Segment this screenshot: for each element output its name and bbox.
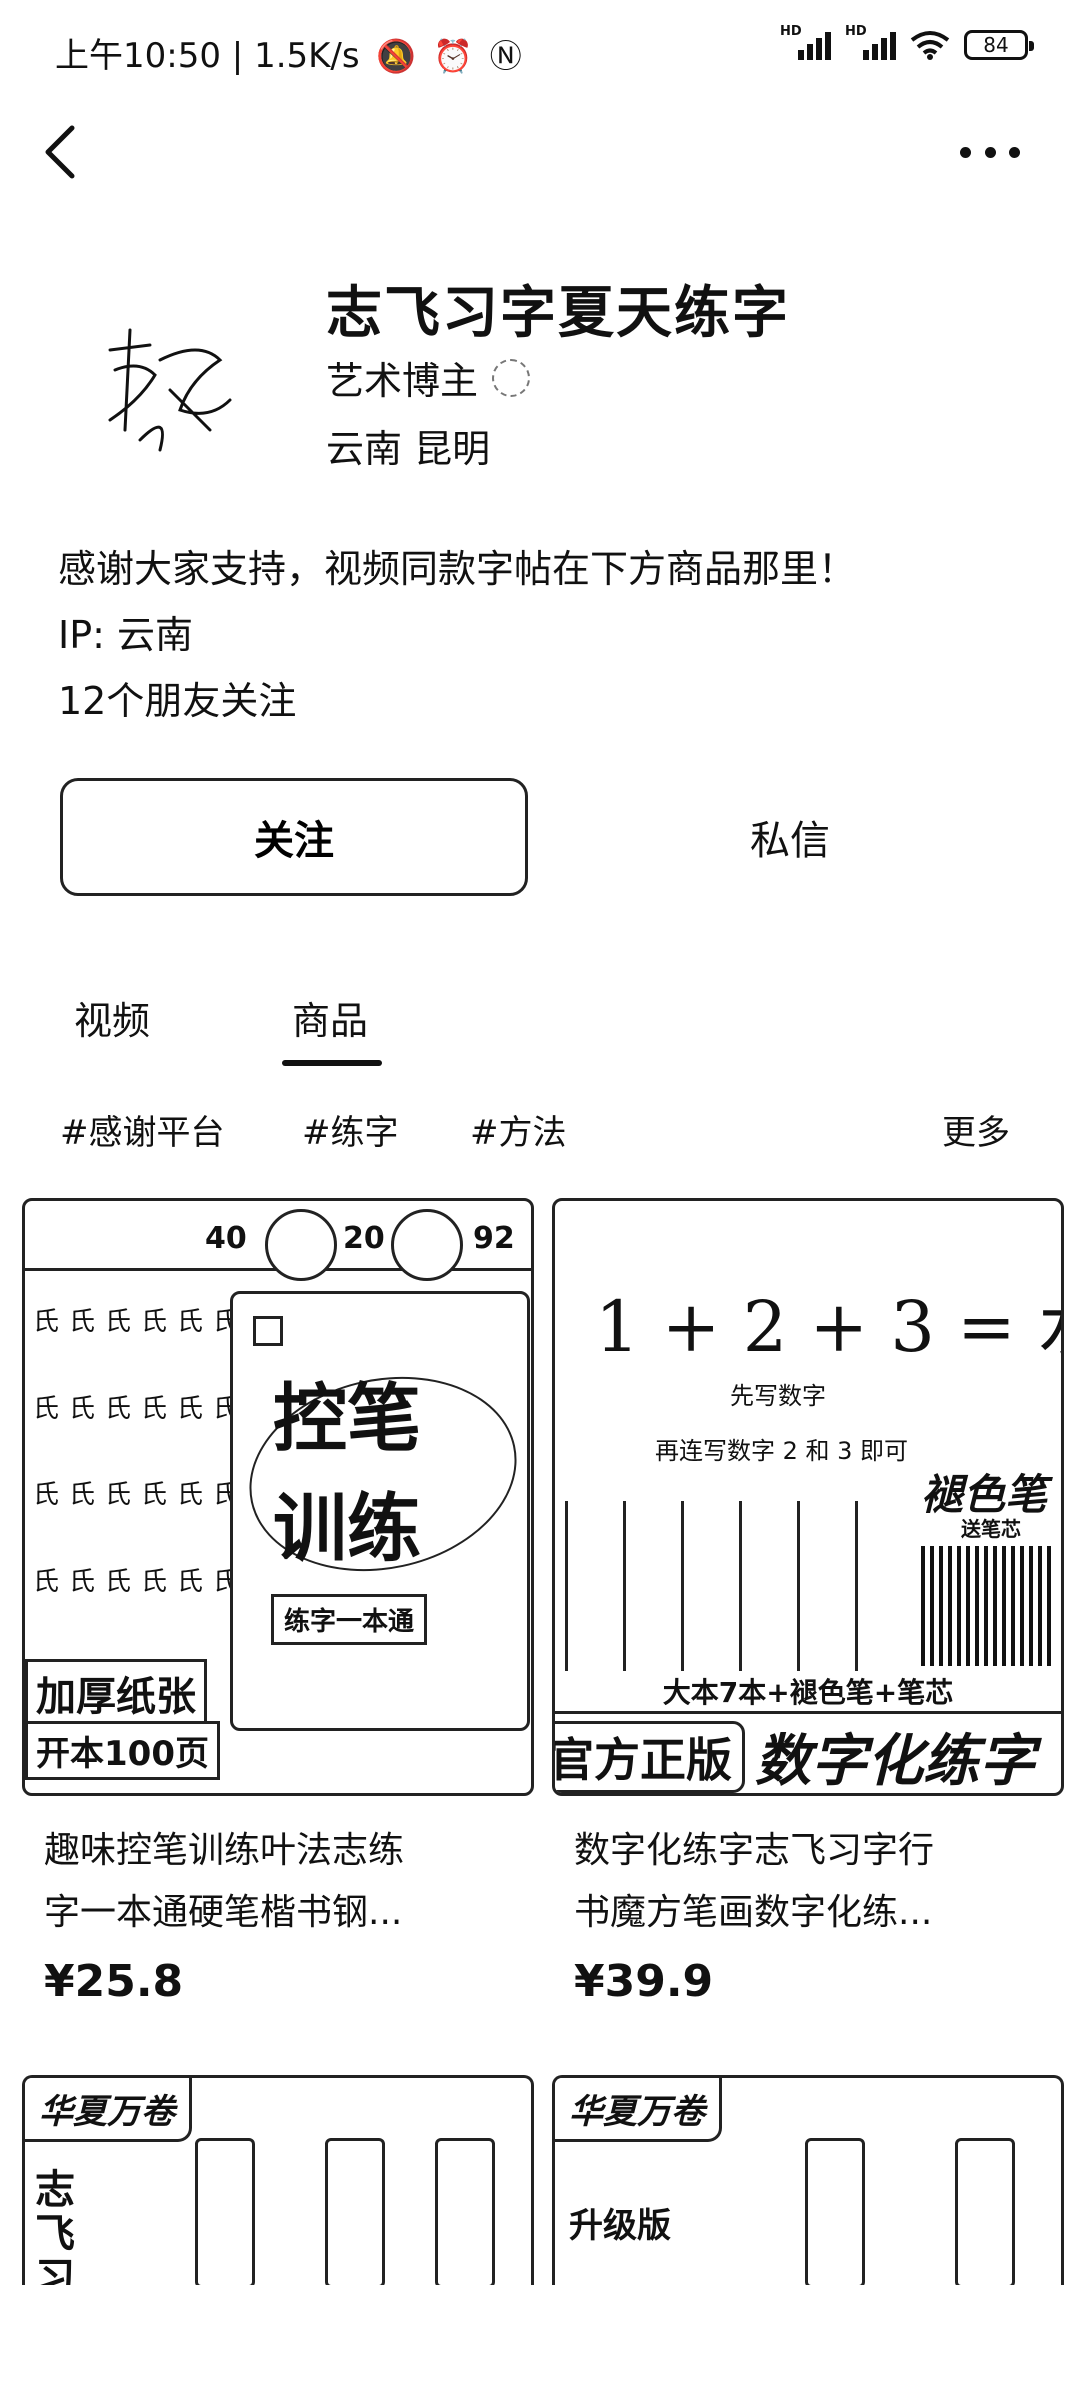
product-title[interactable]: 数字化练字志飞习字行 书魔方笔画数字化练... xyxy=(552,1820,1052,1944)
follow-button[interactable]: 关注 xyxy=(60,778,528,896)
profile-role: 艺术博主 xyxy=(326,350,531,405)
profile-bio: 感谢大家支持，视频同款字帖在下方商品那里！ xyxy=(58,547,857,591)
set-description: 大本7本+褪色笔+笔芯 xyxy=(662,1676,954,1709)
product-thumbnail[interactable]: 华夏万卷 升级版 xyxy=(552,2075,1064,2285)
cover-title: 控笔训练 xyxy=(273,1376,421,1572)
product-title-line: 趣味控笔训练叶法志练 xyxy=(44,1830,405,1871)
hint-text: 先写数字 xyxy=(730,1382,826,1410)
status-left: 上午10:50 | 1.5K/s 🔕 ⏰ Ⓝ xyxy=(55,28,522,77)
profile-role-label: 艺术博主 xyxy=(326,359,479,403)
avatar[interactable] xyxy=(80,290,250,460)
tags-more-button[interactable]: 更多 xyxy=(942,1105,1010,1154)
book-cover: 控笔训练 练字一本通 xyxy=(230,1291,531,1731)
book-spine xyxy=(195,2138,255,2285)
tab-products[interactable]: 商品 xyxy=(292,990,368,1045)
status-divider: | xyxy=(231,36,255,76)
profile-name: 志飞习字夏天练字 xyxy=(326,281,790,346)
product-title-line: 字一本通硬笔楷书钢... xyxy=(44,1892,403,1933)
hint-text: 再连写数字 2 和 3 即可 xyxy=(655,1437,909,1465)
mute-icon: 🔕 xyxy=(376,37,417,75)
status-net-speed: 1.5K/s xyxy=(254,36,360,76)
product-title-line: 书魔方笔画数字化练... xyxy=(574,1892,933,1933)
practice-char-grid: 氏氏氏氏氏氏 氏氏氏氏氏氏 氏氏氏氏氏氏 氏氏氏氏氏氏 xyxy=(33,1307,240,1597)
wifi-icon xyxy=(910,31,950,60)
formula-text: 1 + 2 + 3 = 水 xyxy=(595,1286,1064,1368)
promo-label: 开本100页 xyxy=(25,1721,220,1780)
book-spine xyxy=(325,2138,385,2285)
horse-icon xyxy=(265,1209,337,1281)
practice-sheets xyxy=(565,1501,905,1671)
product-card[interactable]: 华夏万卷 升级版 xyxy=(552,2075,1064,2285)
product-card[interactable]: 40 20 92 氏氏氏氏氏氏 氏氏氏氏氏氏 氏氏氏氏氏氏 氏氏氏氏氏氏 控笔训… xyxy=(22,1198,534,2007)
thumb-badge: 40 xyxy=(205,1221,247,1256)
brand-tag: 华夏万卷 xyxy=(25,2078,192,2142)
digital-label: 数字化练字 xyxy=(755,1729,1035,1794)
upgrade-label: 升级版 xyxy=(569,2206,671,2246)
book-spine xyxy=(955,2138,1015,2285)
official-label: 官方正版 xyxy=(555,1720,745,1793)
product-price: ¥39.9 xyxy=(574,1956,714,2007)
thumb-badge: 20 xyxy=(343,1221,385,1256)
brand-tag: 华夏万卷 xyxy=(555,2078,722,2142)
book-spine xyxy=(805,2138,865,2285)
product-thumbnail[interactable]: 1 + 2 + 3 = 水 先写数字 再连写数字 2 和 3 即可 褪色笔 送笔… xyxy=(552,1198,1064,1796)
product-card[interactable]: 1 + 2 + 3 = 水 先写数字 再连写数字 2 和 3 即可 褪色笔 送笔… xyxy=(552,1198,1064,2007)
profile-location: 云南 昆明 xyxy=(326,427,491,471)
product-thumbnail[interactable]: 40 20 92 氏氏氏氏氏氏 氏氏氏氏氏氏 氏氏氏氏氏氏 氏氏氏氏氏氏 控笔训… xyxy=(22,1198,534,1796)
more-icon[interactable] xyxy=(960,140,1020,164)
tag-thanks-platform[interactable]: #感谢平台 xyxy=(60,1105,225,1154)
side-text: 志飞习字 xyxy=(35,2167,75,2285)
gift-sublabel: 送笔芯 xyxy=(961,1517,1021,1541)
nfc-icon: Ⓝ xyxy=(489,37,522,75)
friends-following[interactable]: 12个朋友关注 xyxy=(58,670,296,725)
product-thumbnail[interactable]: 华夏万卷 志飞习字 xyxy=(22,2075,534,2285)
promo-label: 加厚纸张 xyxy=(25,1659,207,1727)
profile-ip: IP: 云南 xyxy=(58,613,194,657)
tag-practice[interactable]: #练字 xyxy=(302,1105,399,1154)
tag-method[interactable]: #方法 xyxy=(470,1105,567,1154)
product-card[interactable]: 华夏万卷 志飞习字 xyxy=(22,2075,534,2285)
thumb-bottom-band: 官方正版 数字化练字 xyxy=(555,1711,1061,1794)
back-button[interactable] xyxy=(38,122,82,182)
battery-icon: 84 xyxy=(964,30,1034,60)
book-spine xyxy=(435,2138,495,2285)
message-button[interactable]: 私信 xyxy=(580,778,1000,896)
status-time: 上午10:50 xyxy=(55,36,221,76)
product-title[interactable]: 趣味控笔训练叶法志练 字一本通硬笔楷书钢... xyxy=(22,1820,522,1944)
hd-label: HD xyxy=(780,24,802,39)
tab-active-indicator xyxy=(282,1060,382,1066)
barcode-icon xyxy=(921,1546,1051,1666)
product-price: ¥25.8 xyxy=(44,1956,184,2007)
verified-icon xyxy=(492,358,531,397)
alarm-icon: ⏰ xyxy=(433,37,473,75)
tab-videos[interactable]: 视频 xyxy=(74,990,150,1045)
cover-subtitle: 练字一本通 xyxy=(271,1594,428,1645)
signal-icon: HD xyxy=(780,24,831,60)
status-right: HD HD 84 xyxy=(780,24,1034,60)
signal-icon-2: HD xyxy=(845,24,896,60)
status-bar: 上午10:50 | 1.5K/s 🔕 ⏰ Ⓝ HD HD 84 xyxy=(0,0,1080,100)
hd-label: HD xyxy=(845,24,867,39)
brand-logo-icon xyxy=(253,1316,283,1346)
spiral-icon xyxy=(391,1209,463,1281)
thumb-badge: 92 xyxy=(473,1221,515,1256)
product-title-line: 数字化练字志飞习字行 xyxy=(574,1830,935,1871)
